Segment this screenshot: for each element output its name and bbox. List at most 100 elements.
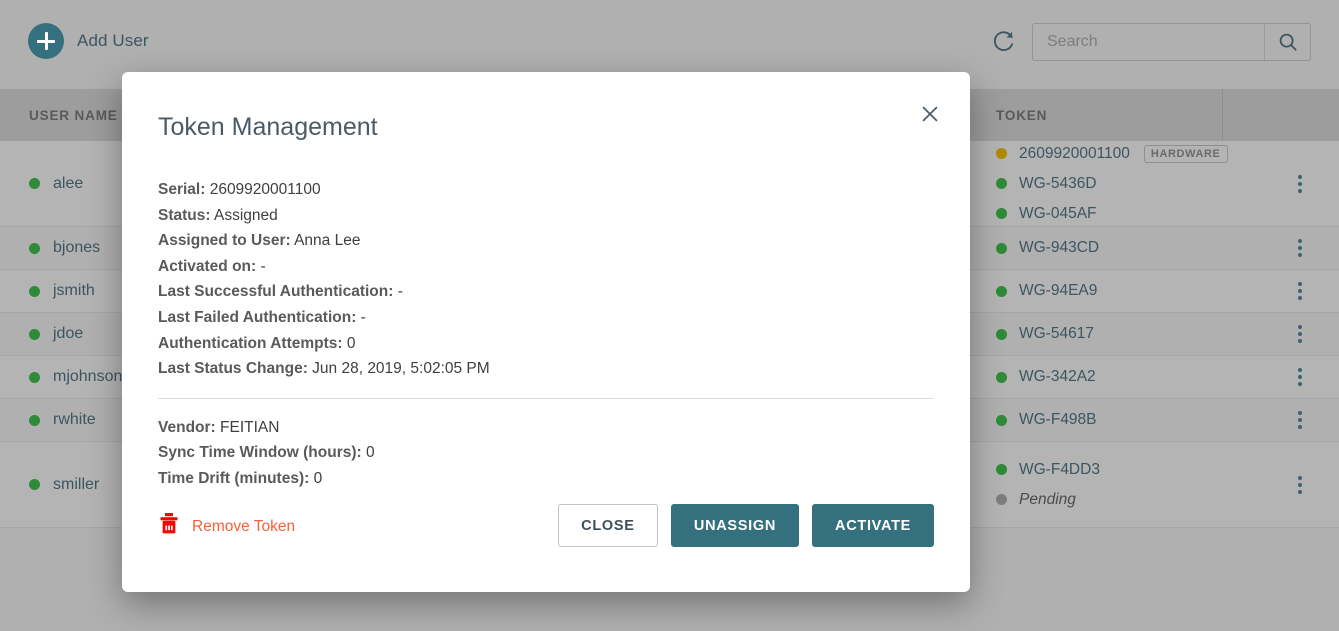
user-name: mjohnson bbox=[53, 368, 123, 385]
token-name: WG-94EA9 bbox=[1019, 282, 1098, 299]
detail-value: 0 bbox=[342, 334, 356, 352]
user-status-dot bbox=[29, 414, 40, 426]
token-entry: WG-045AF bbox=[996, 205, 1228, 223]
user-cell: alee bbox=[29, 141, 83, 226]
detail-key: Assigned to User: bbox=[158, 232, 291, 250]
token-status-dot bbox=[996, 464, 1007, 475]
add-user-button[interactable]: Add User bbox=[28, 23, 149, 59]
token-management-dialog: Token Management Serial: 2609920001100 St… bbox=[122, 72, 970, 592]
column-header-token[interactable]: TOKEN bbox=[996, 89, 1047, 141]
token-name: WG-F498B bbox=[1019, 411, 1097, 428]
row-menu-icon[interactable] bbox=[1294, 171, 1306, 197]
detail-row-6: Authentication Attempts: 0 bbox=[158, 331, 934, 357]
detail-key: Status: bbox=[158, 206, 211, 224]
token-entry: WG-943CD bbox=[996, 239, 1099, 257]
dialog-body: Serial: 2609920001100 Status: Assigned Ass… bbox=[158, 177, 934, 492]
column-divider bbox=[1222, 89, 1223, 141]
detail-row-secondary-0: Vendor: FEITIAN bbox=[158, 415, 934, 441]
user-name: alee bbox=[53, 174, 84, 192]
dialog-footer: Remove Token CLOSE UNASSIGN ACTIVATE bbox=[122, 474, 970, 592]
detail-value: - bbox=[393, 283, 403, 301]
user-status-dot bbox=[29, 328, 40, 340]
token-entry: WG-F4DD3 bbox=[996, 461, 1100, 479]
refresh-icon[interactable] bbox=[990, 29, 1016, 55]
row-menu-icon[interactable] bbox=[1294, 278, 1306, 304]
token-status-dot bbox=[996, 328, 1007, 340]
detail-row-secondary-1: Sync Time Window (hours): 0 bbox=[158, 440, 934, 466]
user-name: smiller bbox=[53, 475, 100, 493]
plus-circle-icon bbox=[28, 23, 64, 59]
user-cell: rwhite bbox=[29, 399, 96, 441]
token-name: WG-F4DD3 bbox=[1019, 460, 1100, 478]
row-menu-icon[interactable] bbox=[1294, 321, 1306, 347]
token-status-dot bbox=[996, 148, 1007, 159]
search-input[interactable] bbox=[1033, 24, 1264, 60]
token-status-dot bbox=[996, 494, 1007, 505]
close-icon[interactable] bbox=[916, 100, 944, 128]
user-name: rwhite bbox=[53, 411, 96, 428]
detail-value: - bbox=[356, 308, 366, 326]
remove-token-label: Remove Token bbox=[192, 517, 296, 535]
row-menu-icon[interactable] bbox=[1294, 235, 1306, 261]
detail-row-0: Serial: 2609920001100 bbox=[158, 177, 934, 203]
user-name: jsmith bbox=[53, 282, 95, 299]
detail-key: Serial: bbox=[158, 181, 206, 198]
search-box[interactable] bbox=[1032, 23, 1311, 61]
user-cell: jsmith bbox=[29, 270, 95, 312]
token-entry: WG-342A2 bbox=[996, 368, 1096, 386]
token-entry: WG-54617 bbox=[996, 325, 1094, 343]
detail-key: Last Status Change: bbox=[158, 360, 308, 378]
add-user-label: Add User bbox=[77, 31, 149, 50]
unassign-button[interactable]: UNASSIGN bbox=[670, 504, 800, 547]
token-status-dot bbox=[996, 242, 1007, 254]
detail-value: - bbox=[256, 257, 266, 275]
token-entry: WG-94EA9 bbox=[996, 282, 1097, 300]
column-header-user-name[interactable]: USER NAME bbox=[29, 89, 118, 141]
token-cell: WG-342A2 bbox=[996, 356, 1096, 398]
activate-button[interactable]: ACTIVATE bbox=[812, 504, 934, 547]
detail-key: Activated on: bbox=[158, 257, 257, 275]
detail-value: FEITIAN bbox=[215, 418, 280, 436]
token-cell: WG-F4DD3 Pending bbox=[996, 442, 1100, 527]
token-entry: Pending bbox=[996, 491, 1100, 509]
row-menu-icon[interactable] bbox=[1294, 472, 1306, 498]
detail-row-2: Assigned to User: Anna Lee bbox=[158, 228, 934, 254]
detail-row-1: Status: Assigned bbox=[158, 203, 934, 229]
user-cell: smiller bbox=[29, 442, 99, 527]
user-status-dot bbox=[29, 371, 40, 383]
token-status-dot bbox=[996, 178, 1007, 189]
detail-row-3: Activated on: - bbox=[158, 254, 934, 280]
user-status-dot bbox=[29, 242, 40, 254]
row-menu-icon[interactable] bbox=[1294, 407, 1306, 433]
token-entry: 2609920001100 HARDWARE bbox=[996, 144, 1228, 163]
detail-key: Last Failed Authentication: bbox=[158, 308, 357, 326]
detail-key: Vendor: bbox=[158, 418, 216, 436]
trash-icon bbox=[158, 512, 180, 541]
token-name: WG-342A2 bbox=[1019, 368, 1096, 385]
token-name: Pending bbox=[1019, 490, 1076, 508]
detail-value: Anna Lee bbox=[290, 232, 361, 250]
token-cell: WG-54617 bbox=[996, 313, 1094, 355]
row-menu-icon[interactable] bbox=[1294, 364, 1306, 390]
token-status-dot bbox=[996, 208, 1007, 219]
dialog-header: Token Management bbox=[122, 72, 970, 145]
detail-row-7: Last Status Change: Jun 28, 2019, 5:02:0… bbox=[158, 356, 934, 382]
token-name: WG-5436D bbox=[1019, 174, 1097, 192]
user-status-dot bbox=[29, 178, 40, 189]
token-cell: WG-943CD bbox=[996, 227, 1099, 269]
detail-value: Jun 28, 2019, 5:02:05 PM bbox=[307, 360, 490, 378]
user-status-dot bbox=[29, 285, 40, 297]
search-icon[interactable] bbox=[1264, 24, 1310, 60]
user-status-dot bbox=[29, 479, 40, 490]
detail-row-5: Last Failed Authentication: - bbox=[158, 305, 934, 331]
token-status-dot bbox=[996, 371, 1007, 383]
user-name: bjones bbox=[53, 239, 101, 256]
user-cell: mjohnson bbox=[29, 356, 122, 398]
remove-token-button[interactable]: Remove Token bbox=[158, 512, 295, 541]
close-button[interactable]: CLOSE bbox=[557, 504, 658, 547]
dialog-title: Token Management bbox=[158, 112, 378, 141]
user-name: jdoe bbox=[53, 325, 84, 342]
token-details-primary: Serial: 2609920001100 Status: Assigned Ass… bbox=[158, 177, 934, 382]
detail-row-4: Last Successful Authentication: - bbox=[158, 279, 934, 305]
user-cell: bjones bbox=[29, 227, 100, 269]
